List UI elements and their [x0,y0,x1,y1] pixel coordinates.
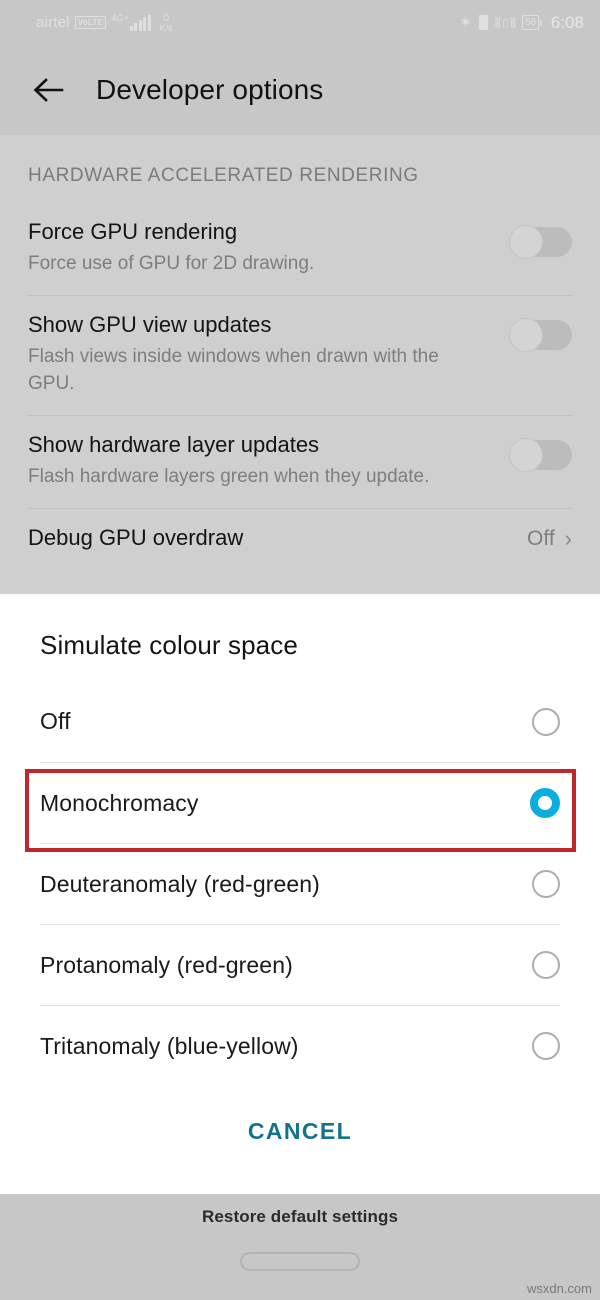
phone-screen: airtel VoLTE 4G+ 0 K/s ✶ ⦀▯⦀ 58 6:08 Dev… [0,0,600,1300]
volte-icon: VoLTE [74,16,107,29]
toggle-show-gpu-view-updates[interactable] [509,318,572,352]
battery-icon: 58 [522,15,542,30]
radio-group-colour-space: Off Monochromacy Deuteranomaly (red-gree… [0,681,600,1086]
setting-subtitle: Flash hardware layers green when they up… [28,466,430,487]
battery-cap [539,19,542,26]
radio-option-label: Off [40,708,71,734]
radio-option-label: Tritanomaly (blue-yellow) [40,1032,299,1059]
status-bar-left: airtel VoLTE 4G+ 0 K/s [36,11,173,33]
radio-option-deuteranomaly[interactable]: Deuteranomaly (red-green) [40,843,560,924]
cancel-button[interactable]: CANCEL [224,1104,376,1159]
radio-button-tritanomaly[interactable] [532,1032,560,1060]
data-speed-unit: K/s [159,22,173,33]
radio-button-protanomaly[interactable] [532,951,560,979]
app-bar: Developer options [0,45,600,135]
setting-subtitle: Force use of GPU for 2D drawing. [28,253,315,274]
row-value-group: Off › [527,527,572,551]
signal-group: 4G+ [111,12,151,31]
data-speed-indicator: 0 K/s [159,11,173,33]
setting-row-show-hardware-layer-updates[interactable]: Show hardware layer updates Flash hardwa… [28,416,572,509]
radio-button-monochromacy[interactable] [530,788,560,818]
status-bar-right: ✶ ⦀▯⦀ 58 6:08 [459,13,584,33]
toggle-force-gpu-rendering[interactable] [509,225,572,259]
status-bar: airtel VoLTE 4G+ 0 K/s ✶ ⦀▯⦀ 58 6:08 [0,0,600,45]
setting-title: Show GPU view updates [28,312,272,337]
setting-text: Show hardware layer updates Flash hardwa… [28,430,429,490]
network-type-label: 4G+ [111,12,129,23]
back-arrow-icon[interactable] [28,70,68,110]
setting-row-show-gpu-view-updates[interactable]: Show GPU view updates Flash views inside… [28,296,572,416]
dialog-actions: CANCEL [0,1104,600,1159]
toggle-knob [509,225,543,259]
setting-title: Show hardware layer updates [28,432,320,457]
carrier-label: airtel [36,14,70,31]
setting-title: Force GPU rendering [28,219,238,244]
radio-option-label: Protanomaly (red-green) [40,951,293,978]
bluetooth-icon: ✶ [459,14,472,31]
setting-row-force-gpu-rendering[interactable]: Force GPU rendering Force use of GPU for… [28,203,572,296]
radio-option-label: Monochromacy [40,789,199,816]
setting-value: Off [527,527,555,550]
setting-row-debug-gpu-overdraw[interactable]: Debug GPU overdraw Off › [28,509,572,579]
toggle-knob [509,438,543,472]
radio-option-monochromacy[interactable]: Monochromacy [40,762,560,843]
page-title: Developer options [96,74,324,105]
radio-option-off[interactable]: Off [40,681,560,762]
radio-button-off[interactable] [532,707,560,736]
data-speed-value: 0 [163,11,170,24]
clock-label: 6:08 [550,12,584,32]
home-indicator[interactable] [240,1252,360,1271]
sim-card-icon [478,15,488,30]
radio-option-tritanomaly[interactable]: Tritanomaly (blue-yellow) [40,1005,560,1086]
radio-option-label: Deuteranomaly (red-green) [40,870,320,897]
setting-subtitle: Flash views inside windows when drawn wi… [28,346,439,394]
section-header-hardware-accelerated-rendering: HARDWARE ACCELERATED RENDERING [28,165,419,186]
vibrate-icon: ⦀▯⦀ [494,14,517,31]
battery-level-label: 58 [522,15,539,30]
setting-text: Debug GPU overdraw [28,523,243,553]
watermark-label: wsxdn.com [526,1281,592,1296]
chevron-right-icon: › [564,526,572,551]
toggle-show-hardware-layer-updates[interactable] [509,438,572,472]
setting-text: Show GPU view updates Flash views inside… [28,310,478,397]
radio-option-protanomaly[interactable]: Protanomaly (red-green) [40,924,560,1005]
radio-button-deuteranomaly[interactable] [532,870,560,898]
signal-bars-icon [129,14,151,31]
simulate-colour-space-dialog: Simulate colour space Off Monochromacy D… [0,594,600,1194]
dialog-title: Simulate colour space [40,630,298,660]
setting-text: Force GPU rendering Force use of GPU for… [28,217,314,277]
toggle-knob [509,318,543,352]
setting-title: Debug GPU overdraw [28,525,244,550]
restore-default-settings-button[interactable]: Restore default settings [0,1194,600,1227]
footer-bar: Restore default settings wsxdn.com [0,1194,600,1300]
